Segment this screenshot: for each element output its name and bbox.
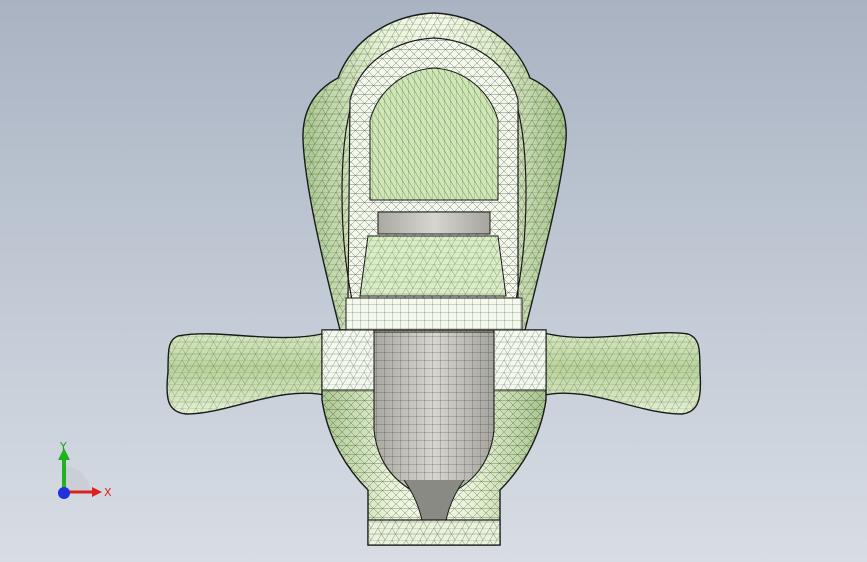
lower-body[interactable] bbox=[321, 329, 547, 546]
upper-body-shell[interactable] bbox=[302, 12, 567, 331]
x-axis-label: X bbox=[104, 486, 112, 499]
y-axis-label: Y bbox=[59, 440, 67, 453]
reference-triad: Y X bbox=[58, 440, 112, 499]
graphics-viewport[interactable]: Y X bbox=[0, 0, 867, 562]
triad-plane bbox=[64, 466, 90, 492]
right-handle[interactable] bbox=[539, 331, 702, 415]
left-handle[interactable] bbox=[166, 331, 331, 415]
z-axis-dot bbox=[58, 487, 70, 499]
x-axis-arrow-head bbox=[92, 487, 102, 497]
cad-model[interactable] bbox=[0, 0, 867, 562]
